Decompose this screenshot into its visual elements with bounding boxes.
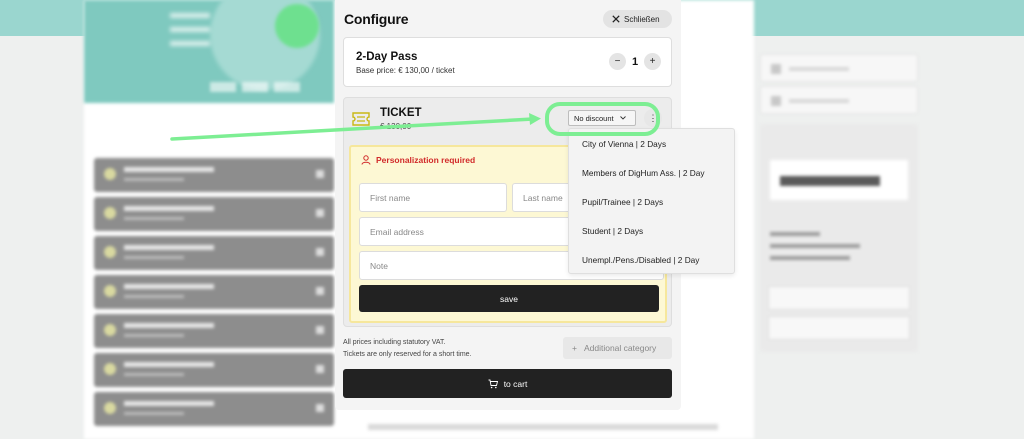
- annotation-highlight: [545, 102, 660, 136]
- annotation-arrow: [170, 113, 541, 141]
